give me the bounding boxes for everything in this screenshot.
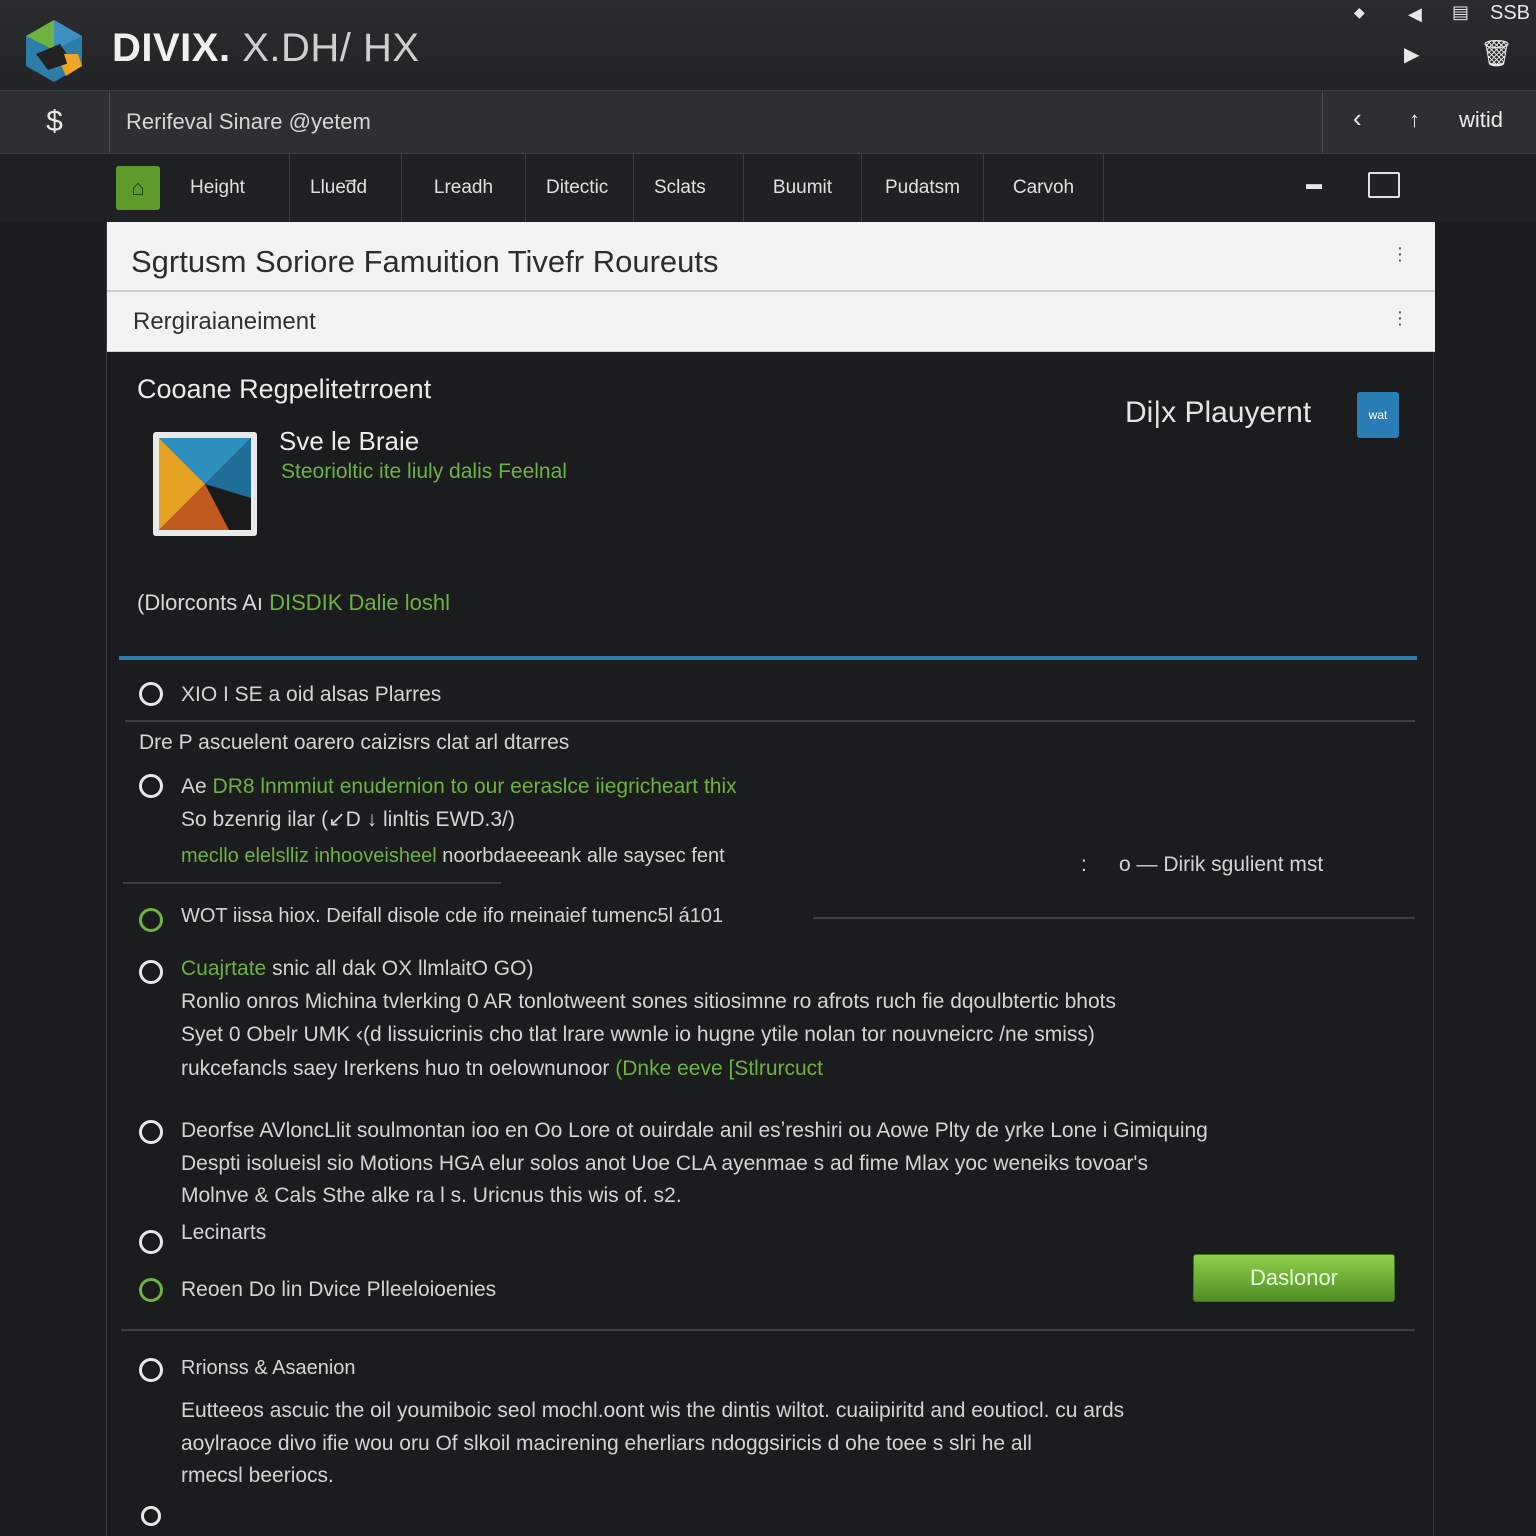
radio-option-9[interactable] (139, 1358, 163, 1382)
option-9-line1: Eutteeos ascuic the oil youmiboic seol m… (181, 1399, 1125, 1422)
option-6-line1: Deorfse AVloncLlit soulmontan ioo en Oo … (181, 1119, 1208, 1142)
tab-lreadh[interactable]: Lreadh (402, 154, 526, 222)
window-menu-label[interactable]: SSB (1490, 2, 1530, 25)
panel-subheader: Rergiraianeiment ⋮ (107, 292, 1435, 352)
option-3-green-link[interactable]: mecllo elelslliz inhooveisheel (181, 845, 437, 867)
brand-label: Di|x Plauyernt (1125, 396, 1312, 429)
panel-title: Sgrtusm Soriore Famuition Tivefr Roureut… (131, 244, 719, 279)
section-divider (119, 656, 1417, 660)
option-4-label: WOT iissa hiox. Deifall disole cde ifo r… (181, 905, 724, 927)
radio-option-8[interactable] (139, 1278, 163, 1302)
divider (813, 917, 1415, 919)
option-7-label: Lecinarts (181, 1221, 267, 1244)
radio-option-3[interactable] (139, 774, 163, 798)
tab-pudatsm[interactable]: Pudatsm (862, 154, 984, 222)
option-6-line3: Molnve & Cals Sthe alke ra l s. Uricnus … (181, 1184, 682, 1207)
tab-ditectic[interactable]: Ditectic (526, 154, 634, 222)
tab-carvoh[interactable]: Carvoh (984, 154, 1104, 222)
primary-action-button[interactable]: Daslonor (1193, 1254, 1395, 1302)
option-3-line2: So bzenrig ilar (↙D ↓ linltis EWD.3/) (181, 808, 515, 831)
arrow-up-icon[interactable]: ↑ (1409, 107, 1420, 133)
panel-subtitle: Rergiraianeiment (133, 308, 316, 335)
product-logo-icon (159, 438, 251, 530)
home-icon: ⌂ (116, 166, 160, 210)
tab-lued[interactable]: Llued̅d (290, 154, 402, 222)
option-1-label: XIO I SE a oid alsas Plarres (181, 683, 442, 706)
radio-option-1[interactable] (139, 682, 163, 706)
option-5-line2: Ronlio onros Michina tvlerking 0 AR tonl… (181, 990, 1116, 1013)
tab-height[interactable]: Height (170, 154, 290, 222)
tab-buumit[interactable]: Buumit (744, 154, 862, 222)
radio-option-4[interactable] (139, 908, 163, 932)
play-icon[interactable]: ▶ (1404, 42, 1419, 67)
option-9-title: Rrionss & Asaenion (181, 1357, 356, 1379)
divider (123, 882, 501, 884)
main-panel: Sgrtusm Soriore Famuition Tivefr Roureut… (106, 222, 1435, 1536)
flag-icon[interactable]: ▬ (1306, 176, 1322, 194)
divider (121, 1329, 1415, 1331)
option-3-link[interactable]: DR8 lnmmiut enudernion to our eeraslce i… (213, 775, 737, 798)
option-5-green-link[interactable]: (Dnke eeve [Stlrurcuct (615, 1057, 823, 1080)
status-link[interactable]: DISDIK Dalie loshl (269, 590, 450, 615)
option-9-line2: aoylraoce divo ifie wou oru Of slkoil ma… (181, 1432, 1032, 1455)
tab-sclats[interactable]: Sclats (634, 154, 744, 222)
window-icon[interactable]: ▤ (1452, 2, 1469, 23)
toolbar: ⌂ Height Llued̅d Lreadh Ditectic Sclats … (0, 154, 1536, 222)
app-logo-icon (26, 20, 82, 82)
divider (125, 720, 1415, 722)
tab-bar: ⌂ Height Llued̅d Lreadh Ditectic Sclats … (106, 154, 1104, 222)
currency-button[interactable]: $ (0, 91, 110, 153)
product-name: Sve le Braie (279, 426, 420, 456)
app-title: DIVIX. X.DH/ HX (112, 26, 420, 70)
address-right-label[interactable]: witid (1459, 107, 1503, 133)
drag-handle-icon[interactable]: ⋮ (1391, 309, 1409, 327)
dot-icon[interactable]: ◆ (1354, 4, 1365, 21)
option-5-line1: Cuajrtate snic all dak OX llmlaitO GO) (181, 957, 534, 980)
panel-header: Sgrtusm Soriore Famuition Tivefr Roureut… (107, 222, 1435, 292)
address-bar: $ Rerifeval Sinare @yetem ‹ ↑ witid (0, 90, 1536, 154)
option-5-line4: rukcefancls saey Irerkens huo tn oelownu… (181, 1057, 824, 1080)
option-5-line3: Syet 0 Obelr UMK ‹(d lissuicrinis cho tl… (181, 1023, 1095, 1046)
radio-option-10[interactable] (141, 1506, 161, 1526)
trash-icon[interactable]: 🗑 (1480, 38, 1513, 69)
status-prefix: (Dlorconts Aı (137, 590, 263, 615)
address-path[interactable]: Rerifeval Sinare @yetem (126, 109, 371, 135)
radio-option-5[interactable] (139, 960, 163, 984)
drag-handle-icon[interactable]: ⋮ (1391, 245, 1409, 263)
product-thumbnail (153, 432, 257, 536)
option-6-line2: Despti isolueisl sio Motions HGA elur so… (181, 1152, 1148, 1175)
brand-badge[interactable]: wat (1357, 392, 1399, 438)
option-3-right-link[interactable]: o — Dirik sgulient mst (1119, 848, 1323, 881)
option-3-separator: : (1081, 853, 1087, 876)
title-bar: DIVIX. X.DH/ HX ◆ ◀ ▤ SSB ▶ 🗑 (0, 0, 1536, 90)
section-title: Cooane Regpelitetrroent (137, 374, 432, 404)
home-tab[interactable]: ⌂ (106, 154, 170, 222)
chevron-left-icon[interactable]: ‹ (1353, 103, 1362, 134)
fullscreen-icon[interactable] (1368, 172, 1400, 198)
radio-option-6[interactable] (139, 1120, 163, 1144)
status-line: (Dlorconts Aı DISDIK Dalie loshl (137, 590, 450, 616)
option-9-line3: rmecsl beeriocs. (181, 1464, 334, 1487)
address-nav: ‹ ↑ witid (1322, 91, 1536, 153)
option-note: Dre P ascuelent oarero caizisrs clat arl… (139, 731, 570, 754)
radio-option-7[interactable] (139, 1230, 163, 1254)
option-3-line1: Ae DR8 lnmmiut enudernion to our eeraslc… (181, 775, 737, 798)
option-3-line3: mecllo elelslliz inhooveisheel noorbdaee… (181, 845, 725, 867)
option-5-lead-link[interactable]: Cuajrtate (181, 957, 266, 980)
product-description[interactable]: Steorioltic ite liuly dalis Feelnal (281, 460, 567, 484)
option-8-label: Reoen Do lin Dvice Plleeloioenies (181, 1278, 497, 1301)
back-triangle-icon[interactable]: ◀ (1408, 4, 1422, 25)
